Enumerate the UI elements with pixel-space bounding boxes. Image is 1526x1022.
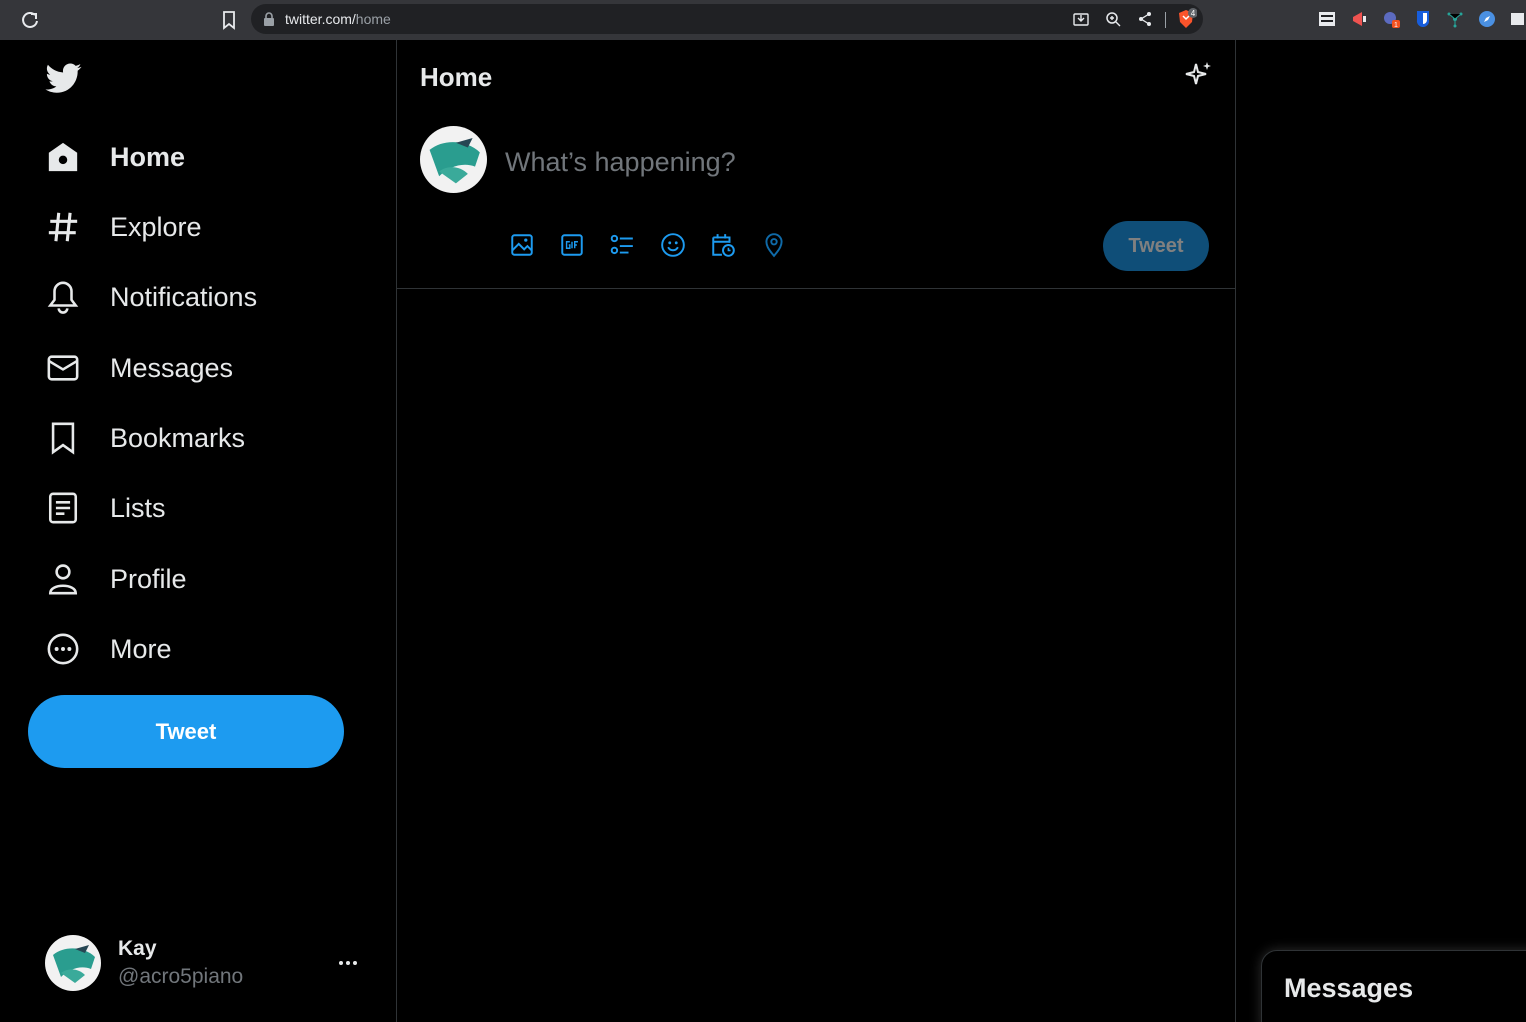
copy-url-extension-icon[interactable] [1318, 10, 1336, 28]
sidebar-item-label: Bookmarks [110, 422, 246, 453]
sidebar-item-label: Profile [110, 563, 187, 594]
avatar[interactable] [420, 126, 487, 193]
puzzle-extension-icon[interactable]: 1 [1382, 10, 1400, 28]
sidebar-item-label: Explore [110, 211, 202, 242]
twitter-logo-icon[interactable] [44, 60, 84, 96]
lock-icon [264, 12, 274, 26]
sidebar-item-label: More [110, 633, 172, 664]
main-timeline: Home What’s happening? Tweet [396, 40, 1236, 1022]
bell-icon [46, 280, 80, 314]
sidebar-item-explore[interactable]: Explore [28, 199, 220, 255]
account-handle: @acro5piano [118, 965, 244, 988]
bookmark-page-icon[interactable] [220, 10, 238, 30]
compass-extension-icon[interactable] [1478, 10, 1496, 28]
compose-tweet-button[interactable]: Tweet [1103, 221, 1209, 271]
divider [1165, 12, 1166, 28]
sidebar-item-more[interactable]: More [28, 621, 190, 677]
address-bar[interactable]: twitter.com/home 4 [251, 4, 1203, 34]
zoom-icon[interactable] [1105, 11, 1121, 27]
messages-drawer-title: Messages [1284, 973, 1414, 1003]
brave-badge-count: 4 [1191, 9, 1196, 18]
url-text: twitter.com/home [285, 11, 391, 27]
sparkle-icon[interactable] [1184, 60, 1214, 90]
bitwarden-extension-icon[interactable] [1414, 10, 1432, 28]
list-icon [46, 491, 80, 525]
emoji-icon[interactable] [660, 232, 686, 258]
compose-input[interactable] [505, 142, 1185, 182]
sidebar-item-notifications[interactable]: Notifications [28, 269, 275, 325]
brave-shields-icon[interactable]: 4 [1175, 8, 1197, 30]
sidebar-item-label: Messages [110, 352, 234, 383]
person-icon [46, 562, 80, 596]
left-sidebar: Home Explore Notifications Messages Book… [0, 40, 396, 1022]
url-host: twitter.com/ [285, 11, 356, 27]
poll-icon[interactable] [609, 232, 635, 258]
avatar [45, 935, 101, 991]
more-dots-icon[interactable] [334, 953, 362, 973]
tweet-button[interactable]: Tweet [28, 695, 344, 768]
sidebar-item-bookmarks[interactable]: Bookmarks [28, 410, 263, 466]
tweet-composer: Tweet [397, 112, 1235, 289]
url-path: home [355, 11, 391, 27]
account-name: Kay [118, 937, 157, 960]
more-circle-icon [46, 632, 80, 666]
sidebar-item-profile[interactable]: Profile [28, 551, 205, 607]
envelope-icon [46, 351, 80, 385]
sidebar-item-lists[interactable]: Lists [28, 480, 184, 536]
sidebar-item-label: Notifications [110, 281, 258, 312]
extension-badge-count: 1 [1394, 22, 1398, 28]
network-extension-icon[interactable] [1446, 10, 1464, 28]
sidebar-item-home[interactable]: Home [28, 129, 203, 185]
schedule-icon[interactable] [710, 232, 736, 258]
sidebar-item-label: Lists [110, 492, 166, 523]
gif-icon[interactable] [559, 232, 585, 258]
location-icon[interactable] [761, 232, 787, 258]
megaphone-extension-icon[interactable] [1350, 10, 1368, 28]
hashtag-icon [46, 210, 80, 244]
install-app-icon[interactable] [1073, 11, 1089, 27]
page-title: Home [420, 62, 493, 92]
sidebar-item-messages[interactable]: Messages [28, 340, 251, 396]
note-extension-icon[interactable] [1510, 10, 1526, 28]
reload-icon[interactable] [20, 10, 40, 30]
home-icon [46, 140, 80, 174]
messages-drawer[interactable]: Messages [1261, 950, 1526, 1022]
share-icon[interactable] [1137, 11, 1153, 27]
media-icon[interactable] [509, 232, 535, 258]
sidebar-item-label: Home [110, 141, 186, 172]
account-switcher[interactable]: Kay @acro5piano [28, 925, 378, 1001]
bookmark-icon [46, 421, 80, 455]
browser-toolbar: twitter.com/home 4 1 [0, 0, 1526, 40]
